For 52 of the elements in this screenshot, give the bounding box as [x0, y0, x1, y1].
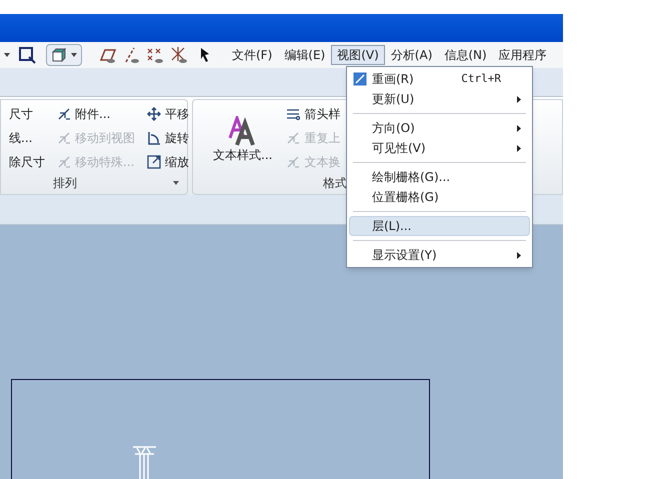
- menu-option-label: 位置栅格(G): [372, 189, 439, 206]
- menu-option-label: 方向(O): [372, 120, 415, 137]
- menu-option[interactable]: 重画(R) Ctrl+R: [349, 69, 530, 89]
- submenu-arrow-icon: [517, 96, 521, 102]
- dropdown-arrow-icon[interactable]: [173, 181, 179, 185]
- submenu-arrow-icon: [517, 144, 521, 152]
- zoom-icon[interactable]: [18, 46, 38, 64]
- menu-option[interactable]: 方向(O): [349, 118, 530, 138]
- menu-item[interactable]: 信息(N): [438, 45, 493, 65]
- ribbon-command[interactable]: 缩放: [165, 153, 189, 171]
- point-display-icon[interactable]: [146, 46, 166, 64]
- ribbon-command[interactable]: 除尺寸: [9, 153, 45, 171]
- menu-option-label: 可见性(V): [372, 140, 426, 157]
- menu-item[interactable]: 分析(A): [384, 45, 438, 65]
- ribbon-command[interactable]: 平移: [165, 105, 189, 123]
- menu-option-label: 更新(U): [372, 91, 414, 108]
- menu-item[interactable]: 视图(V): [331, 45, 385, 65]
- rotate-icon: [147, 131, 161, 145]
- cube-icon: [51, 47, 67, 63]
- menu-item[interactable]: 编辑(E): [278, 45, 332, 65]
- ribbon-command[interactable]: 箭头样: [304, 105, 340, 123]
- group-label: 排列: [53, 175, 77, 192]
- ribbon-command[interactable]: 线...: [9, 129, 32, 147]
- column-symbol-drawing: [132, 445, 157, 479]
- ribbon-command[interactable]: 尺寸: [9, 105, 33, 123]
- menu-option[interactable]: 显示设置(Y): [349, 245, 530, 265]
- menu-option[interactable]: 绘制栅格(G)...: [349, 167, 530, 187]
- menu-option-label: 绘制栅格(G)...: [372, 169, 450, 186]
- menu-option[interactable]: 层(L)...: [349, 216, 530, 236]
- menu-option[interactable]: 更新(U): [349, 89, 530, 109]
- menu-option-label: 重画(R): [372, 71, 414, 88]
- arrow-lines-icon: [286, 107, 300, 121]
- menu-option-label: 显示设置(Y): [372, 247, 437, 264]
- shortcut-label: Ctrl+R: [461, 70, 501, 87]
- submenu-arrow-icon: [517, 252, 521, 258]
- submenu-arrow-icon: [517, 124, 521, 132]
- shading-button[interactable]: [46, 44, 82, 66]
- menu-option[interactable]: 可见性(V): [349, 138, 530, 158]
- menu-item[interactable]: 文件(F): [226, 45, 278, 65]
- move-arrows-icon: [147, 107, 161, 121]
- scale-icon: [147, 155, 161, 169]
- ribbon-command[interactable]: 附件...: [75, 105, 110, 123]
- menu-option[interactable]: 位置栅格(G): [349, 187, 530, 207]
- ribbon-command[interactable]: 旋转: [165, 129, 189, 147]
- text-style-button[interactable]: 文本样式...: [193, 102, 272, 174]
- menu-option-label: 层(L)...: [372, 218, 412, 235]
- redraw-icon: [353, 72, 367, 86]
- menu-item[interactable]: 应用程序: [492, 45, 553, 65]
- csys-display-icon[interactable]: [170, 46, 190, 64]
- group-label: 格式: [323, 176, 347, 190]
- dropdown-arrow-icon[interactable]: [4, 53, 10, 57]
- dropdown-arrow-icon: [71, 53, 77, 57]
